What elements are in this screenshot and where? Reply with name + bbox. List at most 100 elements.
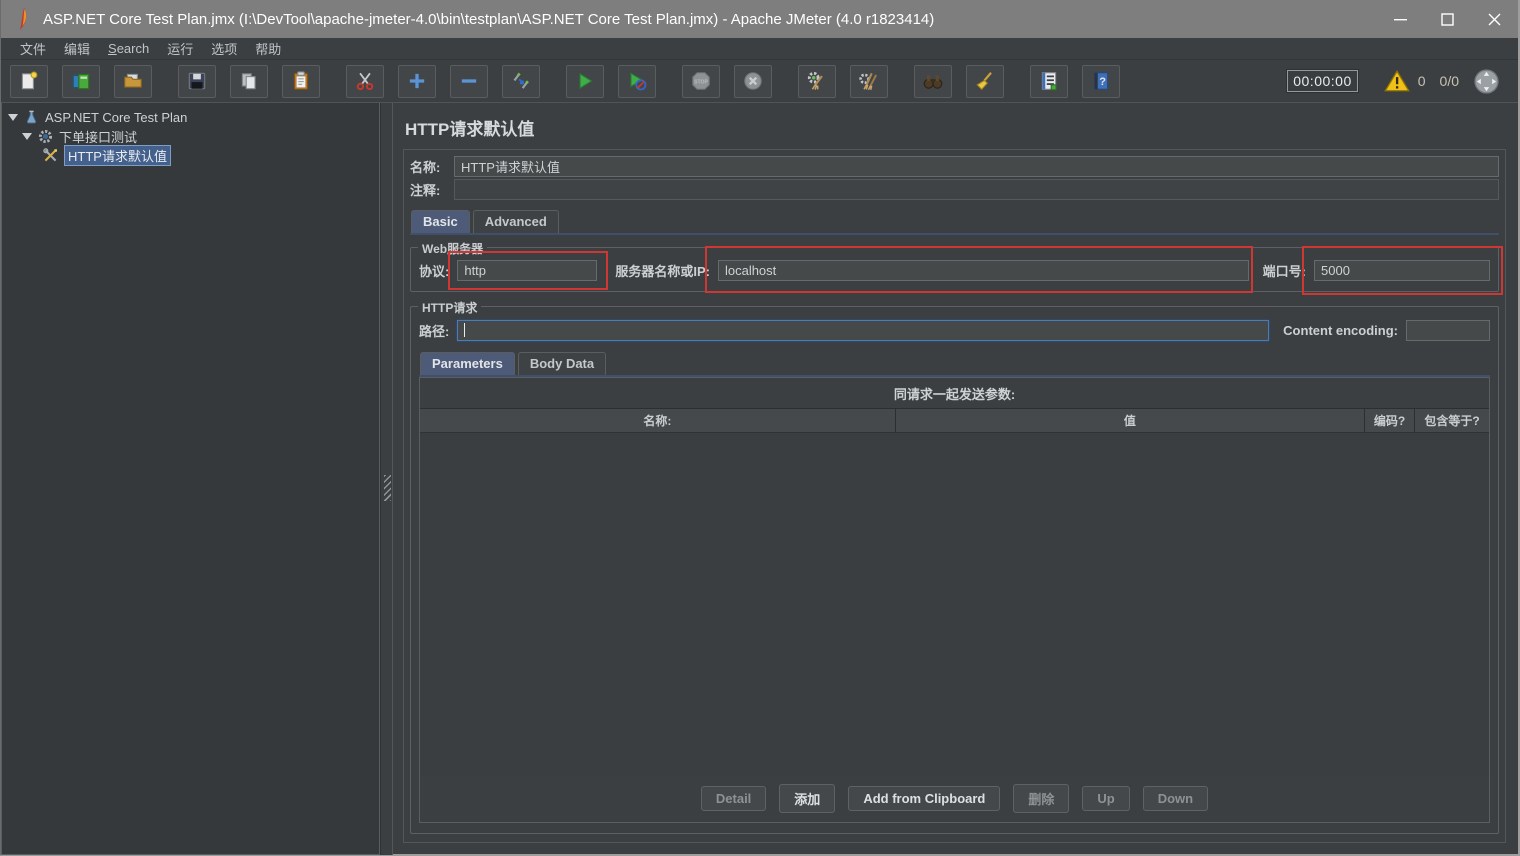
- maximize-button[interactable]: [1424, 0, 1471, 38]
- name-label: 名称:: [410, 160, 441, 175]
- start-no-timers-button[interactable]: [618, 64, 656, 98]
- close-icon: [1488, 13, 1501, 25]
- tab-parameters[interactable]: Parameters: [420, 352, 515, 375]
- function-helper-button[interactable]: [1030, 64, 1068, 98]
- clear-search-button[interactable]: [966, 64, 1004, 98]
- divider-grip-icon[interactable]: [384, 475, 391, 501]
- start-button[interactable]: [566, 64, 604, 98]
- column-header-value[interactable]: 值: [896, 409, 1365, 432]
- warning-count: 0: [1417, 73, 1426, 89]
- up-button[interactable]: Up: [1082, 786, 1130, 811]
- clear-search-brush-icon: [976, 72, 992, 91]
- parameters-bodydata-tabs: Parameters Body Data: [419, 352, 1490, 377]
- port-input[interactable]: [1314, 260, 1490, 281]
- column-header-name[interactable]: 名称:: [420, 409, 896, 432]
- add-parameter-button[interactable]: 添加: [779, 784, 836, 813]
- thread-group-icon: [38, 129, 53, 144]
- shutdown-icon: [744, 72, 762, 90]
- minus-icon: [461, 79, 477, 83]
- basic-advanced-tabs: Basic Advanced: [410, 210, 1499, 235]
- stop-button[interactable]: STOP: [682, 64, 720, 98]
- add-from-clipboard-button[interactable]: Add from Clipboard: [848, 786, 1001, 811]
- jmeter-feather-icon: [20, 8, 27, 30]
- function-helper-icon: [1041, 72, 1057, 91]
- menu-search[interactable]: Search: [99, 39, 158, 58]
- templates-icon: [72, 73, 90, 90]
- parameters-table-panel: 同请求一起发送参数: 名称: 值 编码? 包含等于? Detail 添加 Add…: [419, 377, 1490, 823]
- open-folder-icon: [124, 73, 142, 88]
- column-header-include-equals[interactable]: 包含等于?: [1415, 409, 1489, 432]
- copy-icon: [241, 73, 256, 90]
- web-server-group: Web服务器 协议: 服务器名称或IP: 端口号:: [410, 240, 1503, 295]
- parameters-table-body[interactable]: [420, 433, 1489, 776]
- save-button[interactable]: [178, 64, 216, 98]
- copy-button[interactable]: [230, 64, 268, 98]
- templates-button[interactable]: [62, 64, 100, 98]
- text-caret: [464, 323, 466, 337]
- parameters-button-row: Detail 添加 Add from Clipboard 删除 Up Down: [420, 776, 1489, 822]
- menu-edit[interactable]: 编辑: [55, 37, 99, 60]
- remove-button[interactable]: [450, 64, 488, 98]
- clear-button[interactable]: [798, 64, 836, 98]
- plus-icon: [409, 73, 425, 89]
- http-defaults-icon: [43, 148, 57, 162]
- open-file-button[interactable]: [114, 64, 152, 98]
- path-input[interactable]: [457, 320, 1270, 341]
- add-button[interactable]: [398, 64, 436, 98]
- toggle-icon: [513, 72, 529, 89]
- protocol-label: 协议:: [419, 264, 450, 279]
- detail-button[interactable]: Detail: [700, 786, 767, 811]
- cut-button[interactable]: [346, 64, 384, 98]
- menu-help[interactable]: 帮助: [246, 37, 290, 60]
- tab-advanced[interactable]: Advanced: [472, 210, 559, 233]
- http-request-legend: HTTP请求: [418, 299, 482, 316]
- tab-basic[interactable]: Basic: [411, 210, 470, 233]
- svg-text:?: ?: [1099, 76, 1106, 88]
- tree-node-http-defaults[interactable]: HTTP请求默认值: [2, 145, 379, 166]
- toggle-button[interactable]: [502, 64, 540, 98]
- down-button[interactable]: Down: [1142, 786, 1209, 811]
- protocol-input[interactable]: [457, 260, 598, 281]
- tab-body-data[interactable]: Body Data: [517, 352, 607, 375]
- paste-button[interactable]: [282, 64, 320, 98]
- web-server-legend: Web服务器: [418, 240, 488, 257]
- parameters-table-header: 名称: 值 编码? 包含等于?: [420, 408, 1489, 433]
- menu-options[interactable]: 选项: [202, 37, 246, 60]
- tree-node-test-plan[interactable]: ASP.NET Core Test Plan: [2, 108, 379, 127]
- split-pane-divider[interactable]: [380, 103, 393, 855]
- http-request-group: HTTP请求 路径: Content encoding: Parameters …: [410, 299, 1499, 834]
- search-button[interactable]: [914, 64, 952, 98]
- column-header-encode[interactable]: 编码?: [1365, 409, 1415, 432]
- stop-icon: STOP: [692, 72, 710, 90]
- tree-node-thread-group[interactable]: 下单接口测试: [2, 127, 379, 146]
- log-warning-indicator[interactable]: 0: [1383, 69, 1426, 93]
- tree-node-label: ASP.NET Core Test Plan: [45, 110, 188, 125]
- page-title: HTTP请求默认值: [405, 120, 535, 139]
- shutdown-button[interactable]: [734, 64, 772, 98]
- help-button[interactable]: ?: [1082, 64, 1120, 98]
- menu-file[interactable]: 文件: [11, 37, 55, 60]
- test-timer[interactable]: 00:00:00: [1286, 69, 1359, 93]
- comment-input[interactable]: [454, 179, 1499, 200]
- minimize-icon: [1394, 18, 1407, 20]
- server-name-input[interactable]: [717, 260, 1249, 281]
- expander-icon[interactable]: [8, 114, 18, 121]
- paste-icon: [293, 71, 309, 90]
- minimize-button[interactable]: [1377, 0, 1424, 38]
- svg-text:STOP: STOP: [694, 79, 708, 85]
- name-input[interactable]: [454, 156, 1499, 177]
- close-button[interactable]: [1471, 0, 1518, 38]
- help-book-icon: ?: [1093, 72, 1109, 90]
- clear-all-button[interactable]: [850, 64, 888, 98]
- expander-icon[interactable]: [22, 133, 32, 140]
- content-encoding-input[interactable]: [1406, 320, 1490, 341]
- delete-parameter-button[interactable]: 删除: [1013, 784, 1070, 813]
- maximize-icon: [1441, 12, 1454, 26]
- start-play-icon: [579, 72, 593, 90]
- save-icon: [188, 72, 206, 90]
- content-encoding-label: Content encoding:: [1283, 323, 1398, 338]
- menu-run[interactable]: 运行: [158, 37, 202, 60]
- server-name-label: 服务器名称或IP:: [615, 264, 710, 279]
- new-file-button[interactable]: [10, 64, 48, 98]
- test-plan-icon: [26, 110, 37, 124]
